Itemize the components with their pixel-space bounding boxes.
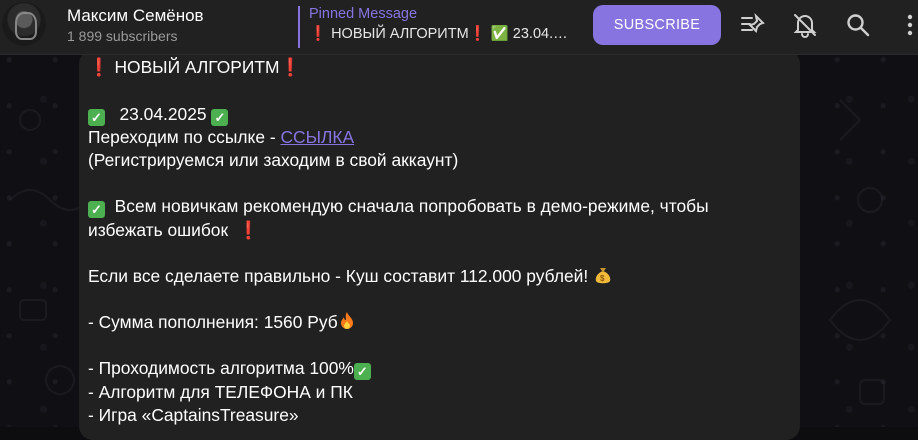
subscriber-count: 1 899 subscribers	[67, 28, 178, 44]
channel-avatar[interactable]	[2, 2, 46, 46]
exclamation-icon: ❗	[88, 57, 110, 77]
message-link[interactable]: ССЫЛКА	[280, 127, 354, 147]
pass-rate-text: - Проходимость алгоритма 100%	[88, 358, 354, 378]
message-date: 23.04.2025	[119, 104, 207, 124]
subscribe-button[interactable]: SUBSCRIBE	[593, 5, 721, 45]
pinned-message-title: Pinned Message	[309, 6, 418, 22]
jackpot-text: Если все сделаете правильно - Куш состав…	[88, 266, 589, 286]
svg-text:$: $	[600, 274, 605, 283]
message-date-line: ✓ 23.04.2025 ✓	[88, 103, 229, 126]
mute-bell-icon[interactable]	[792, 12, 818, 38]
register-line: (Регистрируемся или заходим в свой аккау…	[88, 150, 459, 170]
link-prefix: Переходим по ссылке -	[88, 127, 281, 147]
game-line: - Игра «CaptainsTreasure»	[88, 405, 299, 425]
check-mark-icon: ✓	[211, 109, 229, 126]
newbie-line-2: избежать ошибок ❗	[88, 219, 259, 242]
check-mark-icon: ✓	[353, 363, 371, 380]
jackpot-line: Если все сделаете правильно - Куш состав…	[88, 265, 613, 288]
money-bag-icon: $	[595, 268, 611, 284]
message-title: НОВЫЙ АЛГОРИТМ	[114, 57, 280, 77]
newbie-text: Всем новичкам рекомендую сначала попробо…	[114, 196, 709, 216]
channel-header: Максим Семёнов 1 899 subscribers Pinned …	[0, 0, 918, 55]
link-line: Переходим по ссылке - ССЫЛКА	[88, 126, 354, 149]
check-mark-icon: ✓	[88, 109, 105, 126]
platform-line: - Алгоритм для ТЕЛЕФОНА и ПК	[88, 382, 353, 402]
pass-rate-line: - Проходимость алгоритма 100% ✓	[88, 357, 371, 380]
exclamation-icon: ❗	[237, 220, 260, 240]
avatar-image	[15, 12, 37, 40]
newbie-text-continued: избежать ошибок	[88, 220, 229, 240]
fire-icon	[340, 312, 353, 329]
check-mark-icon: ✓	[88, 201, 105, 218]
deposit-text: - Сумма пополнения: 1560 Руб	[88, 312, 338, 332]
deposit-line: - Сумма пополнения: 1560 Руб	[88, 311, 356, 334]
newbie-line-1: ✓ Всем новичкам рекомендую сначала попро…	[88, 195, 709, 218]
exclamation-icon: ❗	[279, 57, 302, 77]
pinned-message-bar[interactable]: Pinned Message ❗ НОВЫЙ АЛГОРИТМ❗ ✅ 23.04…	[298, 6, 573, 48]
channel-name[interactable]: Максим Семёнов	[67, 6, 204, 26]
search-icon[interactable]	[845, 12, 871, 38]
pinned-message-preview: ❗ НОВЫЙ АЛГОРИТМ❗ ✅ 23.04.2025 ✅ Переход…	[309, 26, 571, 42]
more-icon[interactable]	[900, 12, 918, 38]
pinned-list-icon[interactable]	[740, 12, 766, 38]
message-title-line: ❗ НОВЫЙ АЛГОРИТМ❗	[88, 56, 301, 79]
